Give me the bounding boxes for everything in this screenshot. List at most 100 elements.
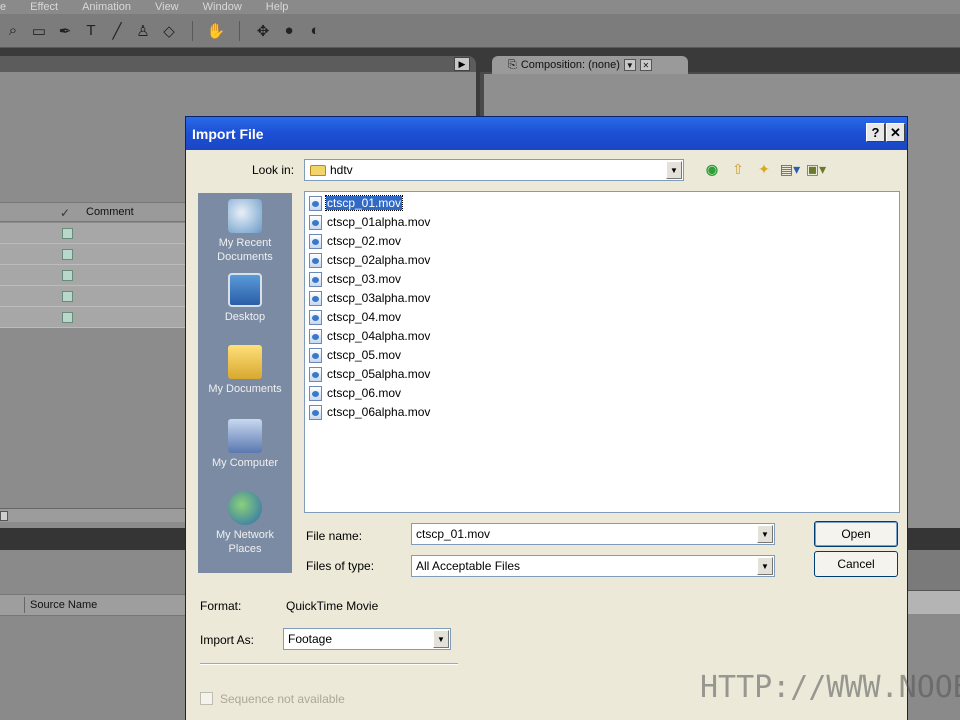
brush-tool-icon[interactable]: ╱ [104,20,130,42]
project-row[interactable] [0,223,186,244]
place-label: My Computer [211,457,279,469]
file-item[interactable]: ctscp_01alpha.mov [309,213,431,231]
file-item[interactable]: ctscp_04.mov [309,308,402,326]
rectangle-mask-tool-icon[interactable]: ▭ [26,20,52,42]
place-my-documents[interactable]: My Documents [198,345,292,396]
new-folder-icon[interactable]: ✦ [754,159,774,179]
divider [200,663,458,665]
menu-item-partial[interactable]: e [0,1,18,13]
files-of-type-label: Files of type: [306,559,375,573]
puppet-tool-icon[interactable]: ✋ [203,20,229,42]
menu-item-effect[interactable]: Effect [18,1,70,13]
place-recent-documents[interactable]: My Recent Documents [198,199,292,264]
file-name: ctscp_05.mov [327,348,402,362]
look-in-dropdown[interactable]: hdtv ▼ [304,159,684,181]
world-axis-icon[interactable]: ● [276,20,302,42]
file-item[interactable]: ctscp_04alpha.mov [309,327,431,345]
files-of-type-dropdown[interactable]: All Acceptable Files ▼ [411,555,775,577]
file-item[interactable]: ctscp_05alpha.mov [309,365,431,383]
open-button[interactable]: Open [814,521,898,547]
cancel-button[interactable]: Cancel [814,551,898,577]
checkmark-icon: ✓ [60,206,71,220]
file-item[interactable]: ctscp_02.mov [309,232,402,250]
file-item[interactable]: ctscp_03alpha.mov [309,289,431,307]
label-swatch[interactable] [62,291,73,302]
import-as-dropdown[interactable]: Footage ▼ [283,628,451,650]
close-button[interactable]: ✕ [886,123,905,142]
project-row[interactable] [0,265,186,286]
place-my-computer[interactable]: My Computer [198,419,292,470]
composition-tab-label: Composition: (none) [520,59,620,71]
place-label: My Network Places [215,529,275,555]
project-panel-header: ▶ [0,56,476,72]
label-swatch[interactable] [62,270,73,281]
timeline-right-block [906,550,960,590]
menu-item-view[interactable]: View [143,1,191,13]
view-axis-icon[interactable]: ◐ [302,20,328,42]
movie-file-icon [309,195,322,211]
pen-tool-icon[interactable]: ✒ [52,20,78,42]
toolbar-divider [192,20,193,41]
help-button[interactable]: ? [866,123,885,142]
file-list: ctscp_01.mov ctscp_01alpha.mov ctscp_02.… [304,191,900,513]
back-icon[interactable]: ◉ [702,159,722,179]
movie-file-icon [309,328,322,344]
navigation-toolbar: ◉ ⇧ ✦ ▤▾ ▣▾ [702,159,826,179]
file-name: ctscp_04.mov [327,310,402,324]
file-item[interactable]: ctscp_06.mov [309,384,402,402]
movie-file-icon [309,347,322,363]
dialog-titlebar[interactable]: Import File ? ✕ [186,117,907,150]
file-item[interactable]: ctscp_01.mov [309,194,404,212]
comment-column-header[interactable]: Comment [86,206,134,218]
file-item[interactable]: ctscp_03.mov [309,270,402,288]
chevron-down-icon[interactable]: ▼ [757,525,773,543]
sequence-checkbox[interactable] [200,692,213,705]
text-tool-icon[interactable]: T [78,20,104,42]
eraser-tool-icon[interactable]: ◇ [156,20,182,42]
label-swatch[interactable] [62,228,73,239]
zoom-tool-icon[interactable]: ⌕ [0,20,26,42]
label-swatch[interactable] [62,249,73,260]
source-name-column-header[interactable]: Source Name [30,599,97,611]
chevron-down-icon[interactable]: ▼ [666,161,682,179]
scrollbar-thumb[interactable] [0,511,8,521]
axis-mode-icon[interactable]: ✥ [250,20,276,42]
project-row[interactable] [0,286,186,307]
file-name: ctscp_01.mov [324,195,404,211]
view-menu-icon[interactable]: ▤▾ [780,159,800,179]
folder-icon [310,164,326,176]
file-name-field[interactable]: ctscp_01.mov ▼ [411,523,775,545]
import-as-label: Import As: [200,633,255,647]
timeline-ruler [906,590,960,614]
file-name-value: ctscp_01.mov [416,527,491,541]
composition-icon: ⎘ [508,58,517,71]
tools-menu-icon[interactable]: ▣▾ [806,159,826,179]
up-folder-icon[interactable]: ⇧ [728,159,748,179]
timeline-columns-header: Source Name [0,594,186,616]
place-desktop[interactable]: Desktop [198,273,292,324]
composition-tab[interactable]: ⎘ Composition: (none) ▼ ✕ [492,56,688,74]
panel-menu-arrow-icon[interactable]: ▶ [454,57,470,71]
tab-close-icon[interactable]: ✕ [639,59,652,71]
clone-stamp-tool-icon[interactable]: ♙ [130,20,156,42]
label-swatch[interactable] [62,312,73,323]
place-network[interactable]: My Network Places [198,491,292,556]
movie-file-icon [309,366,322,382]
menu-item-help[interactable]: Help [254,1,301,13]
movie-file-icon [309,385,322,401]
project-rows [0,223,186,328]
chevron-down-icon[interactable]: ▼ [757,557,773,575]
file-item[interactable]: ctscp_02alpha.mov [309,251,431,269]
column-divider [24,597,25,613]
menu-item-animation[interactable]: Animation [70,1,143,13]
file-item[interactable]: ctscp_05.mov [309,346,402,364]
format-value: QuickTime Movie [286,599,379,613]
tab-menu-icon[interactable]: ▼ [623,59,636,71]
file-item[interactable]: ctscp_06alpha.mov [309,403,431,421]
project-row[interactable] [0,307,186,328]
chevron-down-icon[interactable]: ▼ [433,630,449,648]
menu-item-window[interactable]: Window [191,1,254,13]
file-name-label: File name: [306,529,363,543]
look-in-label: Look in: [252,163,295,177]
project-row[interactable] [0,244,186,265]
